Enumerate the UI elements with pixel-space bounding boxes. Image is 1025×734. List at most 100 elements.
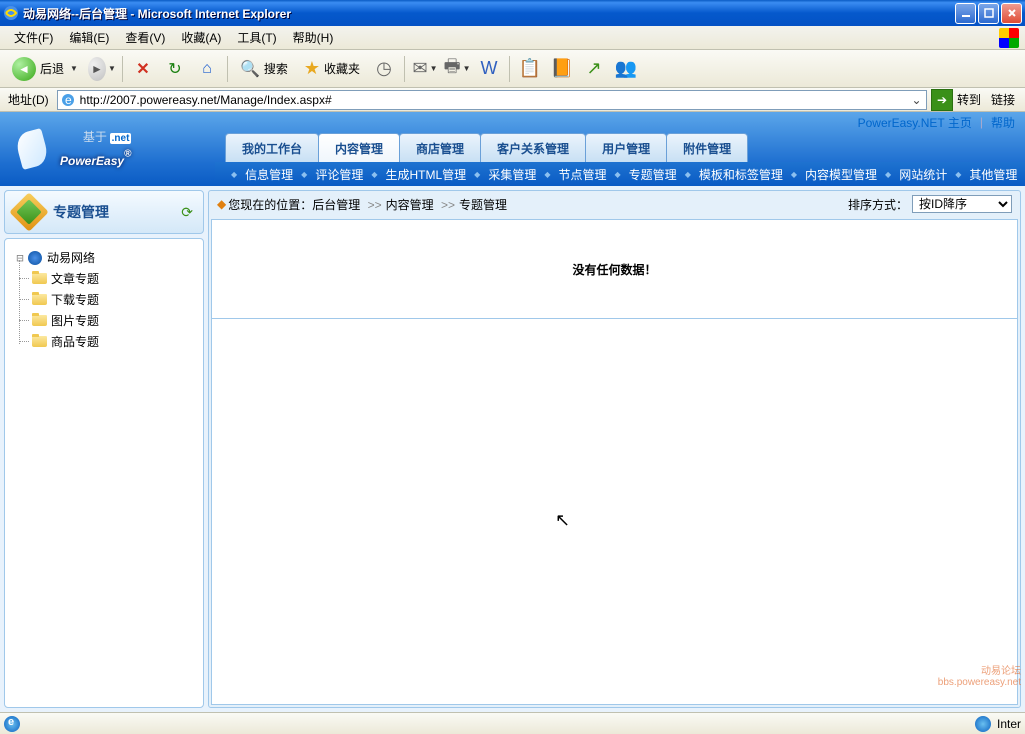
menu-favorites[interactable]: 收藏(A)	[173, 27, 229, 48]
help-link[interactable]: 帮助	[991, 114, 1015, 131]
research-button[interactable]: 📙	[548, 55, 576, 83]
data-area: 没有任何数据！	[211, 219, 1018, 319]
tab-attachment-mgmt[interactable]: 附件管理	[666, 133, 748, 162]
tab-crm[interactable]: 客户关系管理	[480, 133, 586, 162]
menu-edit[interactable]: 编辑(E)	[61, 27, 117, 48]
maximize-button[interactable]	[978, 3, 999, 24]
status-bar: Inter	[0, 712, 1025, 734]
logo-area: 基于 .net PowerEasy®	[0, 112, 215, 186]
separator	[122, 56, 123, 82]
url-text: http://2007.powereasy.net/Manage/Index.a…	[80, 93, 909, 107]
menu-tools[interactable]: 工具(T)	[229, 27, 284, 48]
address-dropdown[interactable]: ⌄	[909, 93, 924, 107]
subnav-collect[interactable]: 采集管理	[484, 166, 540, 183]
history-button[interactable]: ◷	[370, 55, 398, 83]
cube-icon	[9, 192, 49, 232]
breadcrumb-bar: ◆ 您现在的位置：后台管理 >>内容管理 >>专题管理 排序方式： 按ID降序	[211, 193, 1018, 215]
location-icon: ◆	[217, 197, 226, 211]
tab-user-mgmt[interactable]: 用户管理	[585, 133, 667, 162]
no-data-message: 没有任何数据！	[572, 261, 656, 278]
separator	[404, 56, 405, 82]
tree-item-download[interactable]: 下载专题	[31, 289, 195, 310]
favorites-button[interactable]: ★收藏夹	[298, 55, 366, 83]
logo-subtitle: 基于 .net	[60, 128, 131, 145]
window-title: 动易网络--后台管理 - Microsoft Internet Explorer	[23, 5, 953, 22]
breadcrumb: 您现在的位置：后台管理 >>内容管理 >>专题管理	[228, 196, 848, 213]
tab-content-mgmt[interactable]: 内容管理	[318, 133, 400, 162]
toolbar: ◄ 后退 ▼ ►▼ ✕ ↻ ⌂ 🔍搜索 ★收藏夹 ◷ ✉▼ 🖶▼ W 📋 📙 ↗…	[0, 50, 1025, 88]
print-button[interactable]: 🖶▼	[443, 55, 471, 83]
right-content: ◆ 您现在的位置：后台管理 >>内容管理 >>专题管理 排序方式： 按ID降序 …	[208, 190, 1021, 708]
subnav-template[interactable]: 模板和标签管理	[695, 166, 787, 183]
folder-icon	[32, 273, 47, 284]
subnav-other[interactable]: 其他管理	[965, 166, 1021, 183]
links-label[interactable]: 链接	[985, 91, 1021, 108]
tree-item-product[interactable]: 商品专题	[31, 331, 195, 352]
go-label: 转到	[957, 91, 981, 108]
panel-header: 专题管理 ⟳	[4, 190, 204, 234]
mail-button[interactable]: ✉▼	[411, 55, 439, 83]
sort-label: 排序方式：	[848, 196, 908, 213]
back-label: 后退	[40, 60, 64, 77]
app-icon	[3, 5, 19, 21]
tree-root-label: 动易网络	[47, 249, 95, 266]
stop-button[interactable]: ✕	[129, 55, 157, 83]
address-input[interactable]: e http://2007.powereasy.net/Manage/Index…	[57, 90, 927, 110]
menu-bar: 文件(F) 编辑(E) 查看(V) 收藏(A) 工具(T) 帮助(H)	[0, 26, 1025, 50]
menu-file[interactable]: 文件(F)	[6, 27, 61, 48]
sort-select[interactable]: 按ID降序	[912, 195, 1012, 213]
globe-icon	[28, 251, 42, 265]
subnav-special[interactable]: 专题管理	[625, 166, 681, 183]
messenger-button[interactable]: 👥	[612, 55, 640, 83]
panel-title: 专题管理	[53, 202, 181, 222]
minimize-button[interactable]	[955, 3, 976, 24]
home-link[interactable]: PowerEasy.NET 主页	[858, 114, 972, 131]
window-titlebar: 动易网络--后台管理 - Microsoft Internet Explorer	[0, 0, 1025, 26]
watermark: 动易论坛bbs.powereasy.net	[938, 662, 1021, 688]
separator	[227, 56, 228, 82]
back-button[interactable]: ◄ 后退 ▼	[6, 55, 84, 83]
edit-button[interactable]: W	[475, 55, 503, 83]
subnav-comment[interactable]: 评论管理	[311, 166, 367, 183]
subnav-node[interactable]: 节点管理	[555, 166, 611, 183]
close-button[interactable]	[1001, 3, 1022, 24]
favorites-label: 收藏夹	[324, 60, 360, 77]
discuss-button[interactable]: 📋	[516, 55, 544, 83]
data-below	[211, 319, 1018, 705]
page-content: 基于 .net PowerEasy® PowerEasy.NET 主页 | 帮助…	[0, 112, 1025, 712]
tree-item-photo[interactable]: 图片专题	[31, 310, 195, 331]
menu-view[interactable]: 查看(V)	[117, 27, 173, 48]
main-tabs: 我的工作台 内容管理 商店管理 客户关系管理 用户管理 附件管理	[215, 132, 1025, 162]
subnav-html[interactable]: 生成HTML管理	[382, 166, 471, 183]
logo-main: PowerEasy®	[60, 145, 131, 171]
address-label: 地址(D)	[4, 91, 53, 108]
tab-workbench[interactable]: 我的工作台	[225, 133, 319, 162]
share-button[interactable]: ↗	[580, 55, 608, 83]
refresh-button[interactable]: ↻	[161, 55, 189, 83]
forward-button[interactable]: ►▼	[88, 55, 116, 83]
home-button[interactable]: ⌂	[193, 55, 221, 83]
tree-item-article[interactable]: 文章专题	[31, 268, 195, 289]
zone-icon	[975, 716, 991, 732]
tree-root[interactable]: ⊟ 动易网络	[13, 247, 195, 268]
subnav-stats[interactable]: 网站统计	[895, 166, 951, 183]
folder-icon	[32, 336, 47, 347]
main-body: 专题管理 ⟳ ⊟ 动易网络 文章专题 下载专题 图片专题 商品专题 ◆	[0, 186, 1025, 712]
page-icon: e	[60, 92, 76, 108]
menu-help[interactable]: 帮助(H)	[285, 27, 342, 48]
address-bar: 地址(D) e http://2007.powereasy.net/Manage…	[0, 88, 1025, 112]
logo-leaf-icon	[12, 129, 52, 169]
app-header: 基于 .net PowerEasy® PowerEasy.NET 主页 | 帮助…	[0, 112, 1025, 186]
sub-nav: ◆信息管理 ◆评论管理 ◆生成HTML管理 ◆采集管理 ◆节点管理 ◆专题管理 …	[215, 162, 1025, 186]
zone-text: Inter	[997, 717, 1021, 731]
go-button[interactable]: ➔	[931, 89, 953, 111]
search-button[interactable]: 🔍搜索	[234, 55, 294, 83]
svg-text:e: e	[65, 93, 72, 107]
ie-icon	[4, 716, 20, 732]
refresh-icon[interactable]: ⟳	[181, 204, 193, 221]
subnav-info[interactable]: 信息管理	[241, 166, 297, 183]
tree-panel: ⊟ 动易网络 文章专题 下载专题 图片专题 商品专题	[4, 238, 204, 708]
tab-shop-mgmt[interactable]: 商店管理	[399, 133, 481, 162]
subnav-model[interactable]: 内容模型管理	[801, 166, 881, 183]
windows-flag-icon	[999, 28, 1019, 48]
